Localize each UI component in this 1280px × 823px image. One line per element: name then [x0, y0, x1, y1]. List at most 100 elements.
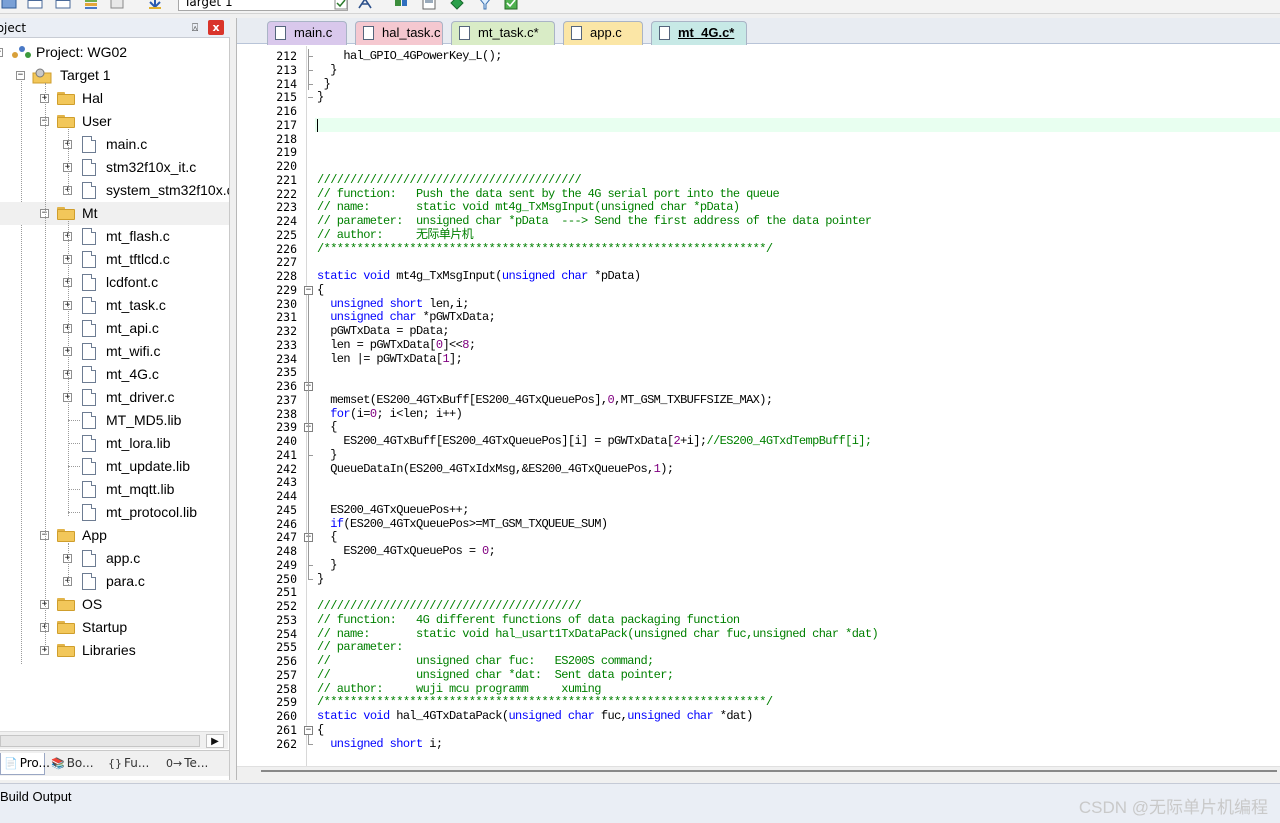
code-line[interactable]: { [317, 530, 337, 544]
editor-scrollbar[interactable] [237, 766, 1280, 780]
tree-row-mt-md5-lib[interactable]: MT_MD5.lib [0, 409, 229, 432]
code-line[interactable]: pGWTxData = pData; [317, 324, 449, 338]
tree-row-project-wg02[interactable]: − Project: WG02 [0, 41, 229, 64]
code-line[interactable]: unsigned short len,i; [317, 297, 469, 311]
tab-hal-task-c[interactable]: hal_task.c [355, 21, 443, 45]
tab-mt-4g-c[interactable]: mt_4G.c* [651, 21, 747, 45]
tree-row-mt-api-c[interactable]: + mt_api.c [0, 317, 229, 340]
tree-row-mt-update-lib[interactable]: mt_update.lib [0, 455, 229, 478]
code-line[interactable]: // function: 4G different functions of d… [317, 613, 740, 627]
options-icon[interactable] [108, 0, 126, 11]
panel-tab-books[interactable]: 📚 Bo... [48, 753, 102, 775]
code-line[interactable]: // author: wuji mcu programm xuming [317, 682, 601, 696]
tree-row-mt-4g-c[interactable]: + mt_4G.c [0, 363, 229, 386]
tree-row-mt-flash-c[interactable]: + mt_flash.c [0, 225, 229, 248]
code-line[interactable]: } [317, 90, 324, 104]
tree-row-app[interactable]: − App [0, 524, 229, 547]
code-line[interactable]: unsigned char *pGWTxData; [317, 310, 496, 324]
tree-row-mt-wifi-c[interactable]: + mt_wifi.c [0, 340, 229, 363]
manage-components-icon[interactable] [356, 0, 374, 11]
code-line[interactable]: ES200_4GTxQueuePos++; [317, 503, 469, 517]
book-icon[interactable] [0, 0, 18, 11]
settings-icon[interactable] [502, 0, 520, 11]
window-icon[interactable] [54, 0, 72, 11]
code-line[interactable]: // name: static void hal_usart1TxDataPac… [317, 627, 879, 641]
code-line[interactable]: // parameter: [317, 640, 403, 654]
code-line[interactable]: { [317, 420, 337, 434]
copy-icon[interactable] [392, 0, 410, 11]
code-line[interactable]: for(i=0; i<len; i++) [317, 407, 463, 421]
code-line[interactable]: } [317, 63, 337, 77]
fold-collapse-icon[interactable]: − [304, 285, 313, 295]
code-line[interactable]: //////////////////////////////////////// [317, 173, 582, 187]
tree-row-os[interactable]: + OS [0, 593, 229, 616]
code-line[interactable]: hal_GPIO_4GPowerKey_L(); [317, 49, 502, 63]
tree-row-mt-protocol-lib[interactable]: mt_protocol.lib [0, 501, 229, 524]
diamond-icon[interactable] [448, 0, 466, 11]
code-line[interactable]: // author: 无际单片机 [317, 228, 474, 242]
filter-icon[interactable] [476, 0, 494, 11]
tab-main-c[interactable]: main.c [267, 21, 347, 45]
close-icon[interactable]: x [208, 20, 224, 35]
code-line[interactable]: unsigned short i; [317, 737, 443, 751]
tree-row-mt-mqtt-lib[interactable]: mt_mqtt.lib [0, 478, 229, 501]
pin-icon[interactable]: ⍓ [188, 21, 202, 35]
tab-app-c[interactable]: app.c [563, 21, 643, 45]
code-line[interactable]: QueueDataIn(ES200_4GTxIdxMsg,&ES200_4GTx… [317, 462, 674, 476]
code-line[interactable]: if(ES200_4GTxQueuePos>=MT_GSM_TXQUEUE_SU… [317, 517, 608, 531]
code-line[interactable]: len |= pGWTxData[1]; [317, 352, 463, 366]
code-line[interactable]: // parameter: unsigned char *pData ---> … [317, 214, 872, 228]
tree-row-stm32f10x-it-c[interactable]: + stm32f10x_it.c [0, 156, 229, 179]
tree-row-mt[interactable]: − Mt [0, 202, 229, 225]
tree-row-hal[interactable]: + Hal [0, 87, 229, 110]
code-line[interactable]: //////////////////////////////////////// [317, 599, 582, 613]
tree-row-mt-task-c[interactable]: + mt_task.c [0, 294, 229, 317]
tree-scrollbar[interactable]: ▶ [0, 731, 228, 749]
code-line[interactable]: // name: static void mt4g_TxMsgInput(uns… [317, 200, 740, 214]
tree-row-main-c[interactable]: + main.c [0, 133, 229, 156]
code-line[interactable]: static void mt4g_TxMsgInput(unsigned cha… [317, 269, 641, 283]
tree-row-mt-driver-c[interactable]: + mt_driver.c [0, 386, 229, 409]
code-line[interactable]: /***************************************… [317, 242, 773, 256]
tree-row-libraries[interactable]: + Libraries [0, 639, 229, 662]
collapse-icon[interactable]: − [0, 48, 3, 57]
code-line[interactable]: { [317, 283, 324, 297]
tree-row-para-c[interactable]: + para.c [0, 570, 229, 593]
fold-collapse-icon[interactable]: − [304, 725, 313, 735]
code-line[interactable]: ES200_4GTxQueuePos = 0; [317, 544, 495, 558]
code-line[interactable]: len = pGWTxData[0]<<8; [317, 338, 476, 352]
download-icon[interactable] [146, 0, 164, 11]
code-line[interactable]: } [317, 77, 331, 91]
code-line[interactable]: ES200_4GTxBuff[ES200_4GTxQueuePos][i] = … [317, 434, 872, 448]
tree-row-user[interactable]: − User [0, 110, 229, 133]
tree-row-target-1[interactable]: − Target 1 [0, 64, 229, 87]
code-line[interactable]: { [317, 723, 324, 737]
tree-row-system-stm32f10x-c[interactable]: + system_stm32f10x.c [0, 179, 229, 202]
scroll-right-icon[interactable]: ▶ [206, 734, 224, 748]
panel-tab-project[interactable]: 📄 Pro... [0, 753, 50, 775]
tree-row-startup[interactable]: + Startup [0, 616, 229, 639]
code-line[interactable]: /***************************************… [317, 695, 773, 709]
tree-row-mt-tftlcd-c[interactable]: + mt_tftlcd.c [0, 248, 229, 271]
code-line[interactable]: // unsigned char fuc: ES200S command; [317, 654, 654, 668]
code-line[interactable]: } [317, 558, 337, 572]
scrollbar-thumb[interactable] [261, 770, 1277, 772]
tree-row-app-c[interactable]: + app.c [0, 547, 229, 570]
code-line[interactable]: static void hal_4GTxDataPack(unsigned ch… [317, 709, 753, 723]
code-line[interactable]: // function: Push the data sent by the 4… [317, 187, 780, 201]
target-select[interactable]: Target 1 ▼ [178, 0, 348, 11]
code-line[interactable]: memset(ES200_4GTxBuff[ES200_4GTxQueuePos… [317, 393, 773, 407]
scrollbar-thumb[interactable] [0, 735, 200, 747]
stack-icon[interactable] [82, 0, 100, 11]
panel-tab-functions[interactable]: {} Fu... [105, 753, 160, 775]
collapse-icon[interactable]: − [16, 71, 25, 80]
code-area[interactable]: 212 213 214 215 216 217 218 219 220 221 222 223 224 2… [237, 46, 1280, 766]
tree-row-lcdfont-c[interactable]: + lcdfont.c [0, 271, 229, 294]
save-icon[interactable] [420, 0, 438, 11]
code-line[interactable]: } [317, 572, 324, 586]
code-line[interactable]: } [317, 448, 337, 462]
code-line[interactable]: // unsigned char *dat: Sent data pointer… [317, 668, 674, 682]
window-icon[interactable] [26, 0, 44, 11]
target-options-icon[interactable] [332, 0, 350, 11]
panel-tab-templates[interactable]: 0→ Te... [163, 753, 221, 775]
